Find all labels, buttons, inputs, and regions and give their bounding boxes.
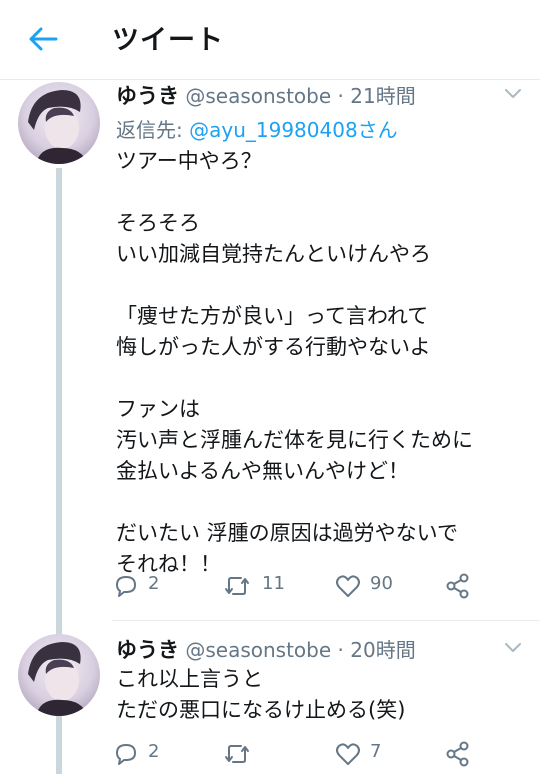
retweet-icon <box>225 577 249 595</box>
profile-photo <box>18 82 100 164</box>
user-handle[interactable]: @seasonstobe <box>185 638 331 662</box>
display-name[interactable]: ゆうき <box>116 638 179 662</box>
share-icon <box>446 741 469 767</box>
back-button[interactable] <box>26 22 60 56</box>
tweet-header: ゆうき @seasonstobe · 21時間 <box>116 80 416 110</box>
reply-icon <box>116 744 136 765</box>
profile-photo <box>18 634 100 716</box>
tweet-divider <box>112 620 540 621</box>
timestamp[interactable]: · 20時間 <box>338 638 416 662</box>
heart-icon <box>336 743 360 765</box>
replying-to: 返信先: @ayu_19980408さん <box>116 114 398 143</box>
reply-count: 2 <box>148 573 160 594</box>
tweet-actions: 2 11 90 <box>112 570 492 602</box>
avatar[interactable] <box>18 634 100 716</box>
tweet-header: ゆうき @seasonstobe · 20時間 <box>116 634 416 664</box>
retweet-icon <box>225 745 249 763</box>
page-title: ツイート <box>112 25 224 56</box>
user-handle[interactable]: @seasonstobe <box>185 84 331 108</box>
tweet-text: これ以上言うと ただの悪口になるけ止める(笑) <box>116 667 406 722</box>
like-count: 90 <box>370 573 393 594</box>
retweet-count: 11 <box>262 573 285 594</box>
display-name[interactable]: ゆうき <box>116 84 179 108</box>
like-count: 7 <box>370 741 382 762</box>
mention-link[interactable]: @ayu_19980408さん <box>189 118 398 142</box>
share-icon <box>446 573 469 599</box>
chevron-down-icon <box>505 643 521 652</box>
tweet-menu-button[interactable] <box>502 636 524 658</box>
tweet-menu-button[interactable] <box>502 82 524 104</box>
replying-to-label: 返信先: <box>116 118 190 142</box>
reply-icon <box>116 576 136 597</box>
heart-icon <box>336 575 360 597</box>
timestamp[interactable]: · 21時間 <box>338 84 416 108</box>
arrow-left-icon <box>29 27 58 51</box>
avatar[interactable] <box>18 82 100 164</box>
top-bar: ツイート <box>0 0 540 80</box>
tweet-text: ツアー中やろ？ そろそろ いい加減自覚持たんといけんやろ 「痩せた方が良い」って… <box>116 149 473 576</box>
chevron-down-icon <box>505 89 521 98</box>
reply-count: 2 <box>148 741 160 762</box>
tweet-actions: 2 7 <box>112 738 492 770</box>
